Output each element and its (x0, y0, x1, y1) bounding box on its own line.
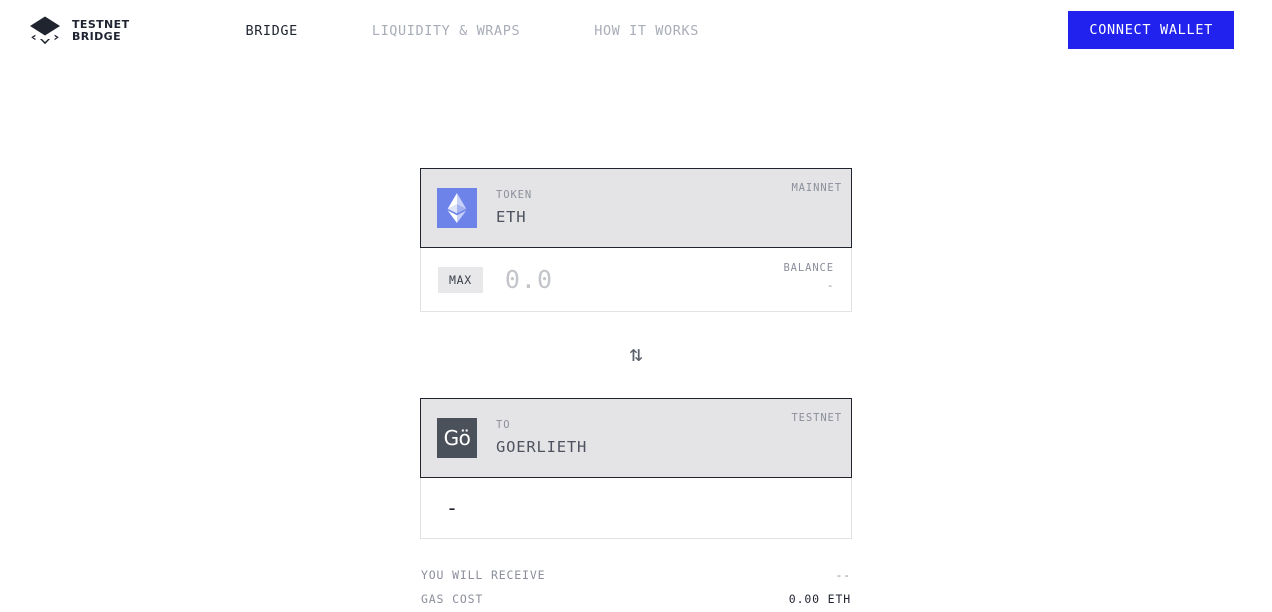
from-network-badge: MAINNET (791, 182, 842, 194)
bridge-widget: TOKEN ETH MAINNET MAX BALANCE - ⇅ Gö (420, 168, 852, 611)
you-will-receive-value: -- (835, 568, 851, 582)
nav-item-liquidity-and-wraps[interactable]: LIQUIDITY & WRAPS (372, 17, 520, 45)
balance-label: BALANCE (783, 262, 834, 274)
to-network-selector[interactable]: Gö TO GOERLIETH TESTNET (420, 398, 852, 478)
balance-display: BALANCE - (783, 260, 834, 294)
you-will-receive-label: YOU WILL RECEIVE (421, 568, 546, 582)
amount-input[interactable] (504, 265, 735, 294)
from-token-label: TOKEN (496, 188, 533, 201)
to-network-value: GOERLIETH (496, 437, 588, 456)
summary-row-you-will-receive: YOU WILL RECEIVE -- (421, 563, 851, 587)
gas-cost-value: 0.00 ETH (788, 592, 851, 606)
ethereum-icon (437, 188, 477, 228)
receive-preview-value: - (446, 496, 460, 520)
swap-direction-container: ⇅ (420, 312, 852, 398)
nav-item-how-it-works[interactable]: HOW IT WORKS (594, 17, 699, 45)
to-network-text: TO GOERLIETH (496, 418, 587, 458)
brand-line-2: BRIDGE (72, 30, 122, 43)
main-content: TOKEN ETH MAINNET MAX BALANCE - ⇅ Gö (0, 62, 1272, 611)
brand-wordmark: TESTNET BRIDGE (72, 18, 129, 44)
from-token-selector[interactable]: TOKEN ETH MAINNET (420, 168, 852, 248)
receive-preview-row: - (421, 478, 851, 538)
to-network-badge: TESTNET (791, 412, 842, 424)
app-header: TESTNET BRIDGE BRIDGE LIQUIDITY & WRAPS … (0, 0, 1272, 62)
from-token-text: TOKEN ETH (496, 188, 532, 228)
to-network-label: TO (496, 418, 511, 431)
summary-row-gas-cost: GAS COST 0.00 ETH (421, 587, 851, 611)
amount-row: MAX BALANCE - (421, 248, 851, 311)
brand-logo[interactable]: TESTNET BRIDGE (28, 15, 129, 47)
balance-value: - (826, 278, 834, 292)
to-amount-panel: - (420, 478, 852, 539)
transaction-summary: YOU WILL RECEIVE -- GAS COST 0.00 ETH (420, 563, 852, 611)
connect-wallet-button[interactable]: CONNECT WALLET (1068, 11, 1234, 49)
nav-item-bridge[interactable]: BRIDGE (245, 17, 297, 45)
goerli-icon: Gö (437, 418, 477, 458)
rhombus-bridge-logo-icon (28, 15, 62, 47)
swap-vertical-icon[interactable]: ⇅ (629, 344, 642, 366)
from-amount-panel: MAX BALANCE - (420, 248, 852, 312)
main-navigation: BRIDGE LIQUIDITY & WRAPS HOW IT WORKS (245, 17, 698, 45)
from-token-value: ETH (496, 207, 527, 226)
gas-cost-label: GAS COST (421, 592, 484, 606)
max-button[interactable]: MAX (438, 266, 483, 293)
